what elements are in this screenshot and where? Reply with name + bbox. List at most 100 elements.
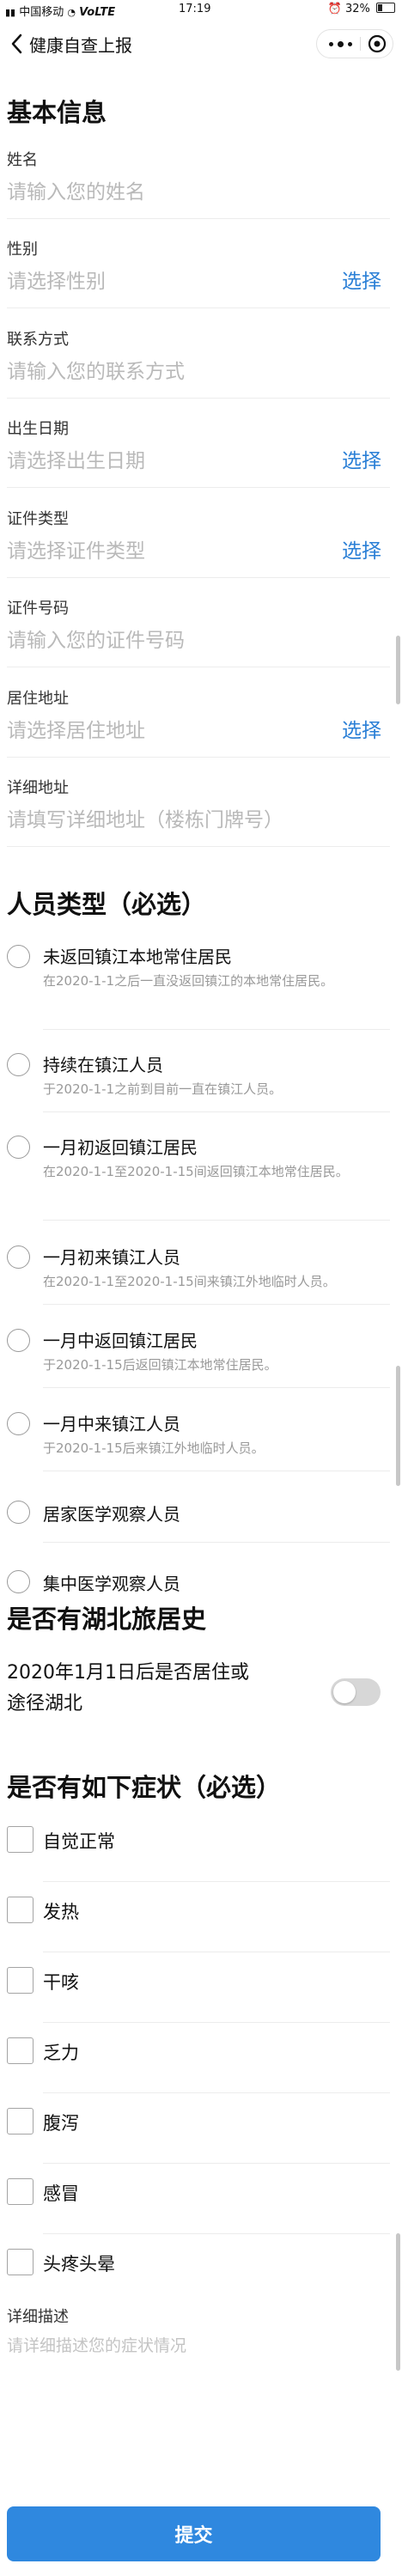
option-title: 一月初来镇江人员 (43, 1247, 180, 1268)
option-title: 未返回镇江本地常住居民 (43, 947, 232, 967)
symptom-checkbox-item[interactable]: 干咳 (0, 1952, 402, 2024)
wifi-icon: ◔ (67, 7, 76, 18)
battery-percent: 32% (344, 3, 370, 15)
divider (7, 846, 390, 847)
hubei-switch[interactable] (331, 1678, 381, 1706)
divider (7, 487, 390, 488)
person-type-option[interactable]: 一月中返回镇江居民 于2020-1-15后返回镇江本地常住居民。 (0, 1327, 402, 1388)
option-title: 居家医学观察人员 (43, 1504, 180, 1525)
symptom-label: 腹泻 (43, 2113, 79, 2134)
radio-circle-icon[interactable] (7, 1136, 30, 1159)
divider (43, 1220, 390, 1221)
detail-description-input[interactable] (7, 2333, 385, 2462)
checkbox-icon[interactable] (7, 2249, 34, 2275)
divider (7, 218, 390, 219)
divider (43, 1304, 390, 1305)
checkbox-icon[interactable] (7, 2108, 34, 2134)
field-placeholder[interactable]: 请选择出生日期 (7, 444, 145, 473)
divider (7, 757, 390, 758)
field-placeholder[interactable]: 请输入您的联系方式 (7, 355, 185, 384)
field-placeholder[interactable]: 请选择证件类型 (7, 534, 145, 563)
close-button[interactable] (367, 33, 387, 54)
select-birthdate-button[interactable]: 选择 (342, 444, 381, 473)
symptom-label: 干咳 (43, 1972, 79, 1993)
field-placeholder[interactable]: 请选择居住地址 (7, 714, 145, 743)
checkbox-icon[interactable] (7, 2037, 34, 2064)
back-button[interactable] (7, 31, 29, 57)
field-label: 联系方式 (7, 331, 69, 349)
person-type-option[interactable]: 一月初返回镇江居民 在2020-1-1至2020-1-15间返回镇江本地常住居民… (0, 1134, 402, 1221)
nav-bar: 健康自查上报 (0, 21, 402, 67)
field-placeholder[interactable]: 请输入您的姓名 (7, 175, 145, 204)
person-type-option[interactable]: 一月初来镇江人员 在2020-1-1至2020-1-15间来镇江外地临时人员。 (0, 1244, 402, 1305)
person-type-title: 人员类型（必选） (7, 890, 207, 919)
field-label: 性别 (7, 241, 38, 259)
page-title: 健康自查上报 (29, 35, 132, 56)
alarm-icon: ⏰ (327, 3, 342, 15)
field-placeholder[interactable]: 请选择性别 (7, 265, 106, 294)
switch-knob (333, 1681, 356, 1703)
symptom-checkbox-item[interactable]: 乏力 (0, 2022, 402, 2094)
person-type-option[interactable]: 持续在镇江人员 于2020-1-1之前到目前一直在镇江人员。 (0, 1051, 402, 1112)
symptom-checkbox-item[interactable]: 腹泻 (0, 2092, 402, 2165)
network-label: VoLTE (79, 6, 116, 19)
chevron-left-icon (11, 33, 22, 54)
field-label: 出生日期 (7, 420, 69, 438)
field-label: 详细地址 (7, 779, 69, 797)
health-report-page: ▮▮ 中国移动 ◔ VoLTE 17:19 ⏰ 32% 健康自查上报 基本信息 … (0, 0, 402, 2576)
checkbox-icon[interactable] (7, 1826, 34, 1853)
more-button[interactable] (326, 30, 355, 58)
select-gender-button[interactable]: 选择 (342, 265, 381, 294)
status-bar: ▮▮ 中国移动 ◔ VoLTE 17:19 ⏰ 32% (0, 0, 402, 21)
radio-circle-icon[interactable] (7, 1245, 30, 1269)
option-title: 一月初返回镇江居民 (43, 1137, 198, 1158)
symptom-label: 头疼头晕 (43, 2254, 115, 2275)
field-placeholder[interactable]: 请填写详细地址（楼栋门牌号） (7, 803, 283, 832)
option-desc: 于2020-1-15后返回镇江本地常住居民。 (43, 1357, 277, 1373)
symptom-label: 自觉正常 (43, 1831, 115, 1852)
scrollbar-thumb[interactable] (396, 2233, 400, 2371)
symptom-label: 乏力 (43, 2043, 79, 2063)
select-id-type-button[interactable]: 选择 (342, 534, 381, 563)
more-dots-icon (329, 42, 333, 46)
option-title: 一月中来镇江人员 (43, 1414, 180, 1434)
person-type-option[interactable]: 一月中来镇江人员 于2020-1-15后来镇江外地临时人员。 (0, 1410, 402, 1471)
mini-program-capsule (316, 29, 393, 58)
checkbox-icon[interactable] (7, 1967, 34, 1994)
radio-circle-icon[interactable] (7, 945, 30, 968)
select-residence-button[interactable]: 选择 (342, 714, 381, 743)
person-type-option[interactable]: 未返回镇江本地常住居民 在2020-1-1之后一直没返回镇江的本地常住居民。 (0, 943, 402, 1030)
signal-icon: ▮▮ (5, 7, 16, 18)
divider (7, 577, 390, 578)
symptom-checkbox-item[interactable]: 自觉正常 (0, 1811, 402, 1883)
divider (43, 1387, 390, 1388)
more-dot (348, 42, 352, 46)
symptom-checkbox-item[interactable]: 头疼头晕 (0, 2233, 402, 2305)
scrollbar-thumb[interactable] (396, 1366, 400, 1486)
field-label: 居住地址 (7, 690, 69, 708)
basic-info-title: 基本信息 (7, 98, 107, 127)
person-type-option[interactable]: 居家医学观察人员 (0, 1501, 402, 1543)
field-placeholder[interactable]: 请输入您的证件号码 (7, 624, 185, 653)
radio-circle-icon[interactable] (7, 1053, 30, 1076)
field-label: 证件号码 (7, 600, 69, 618)
radio-circle-icon[interactable] (7, 1329, 30, 1352)
scrollbar-thumb[interactable] (396, 636, 400, 704)
submit-button[interactable]: 提交 (7, 2506, 381, 2561)
battery-icon (376, 3, 395, 13)
checkbox-icon[interactable] (7, 2178, 34, 2205)
symptom-checkbox-item[interactable]: 感冒 (0, 2163, 402, 2235)
radio-circle-icon[interactable] (7, 1501, 30, 1524)
carrier-label: 中国移动 (19, 6, 64, 19)
divider (43, 1111, 390, 1112)
status-right: ⏰ 32% (328, 3, 395, 15)
status-time: 17:19 (179, 3, 211, 15)
symptom-checkbox-item[interactable]: 发热 (0, 1881, 402, 1953)
target-close-icon (368, 34, 387, 53)
radio-circle-icon[interactable] (7, 1570, 30, 1593)
field-label: 姓名 (7, 151, 38, 169)
option-desc: 在2020-1-1至2020-1-15间返回镇江本地常住居民。 (43, 1164, 349, 1179)
checkbox-icon[interactable] (7, 1897, 34, 1923)
radio-circle-icon[interactable] (7, 1412, 30, 1435)
option-desc: 在2020-1-1至2020-1-15间来镇江外地临时人员。 (43, 1274, 336, 1289)
